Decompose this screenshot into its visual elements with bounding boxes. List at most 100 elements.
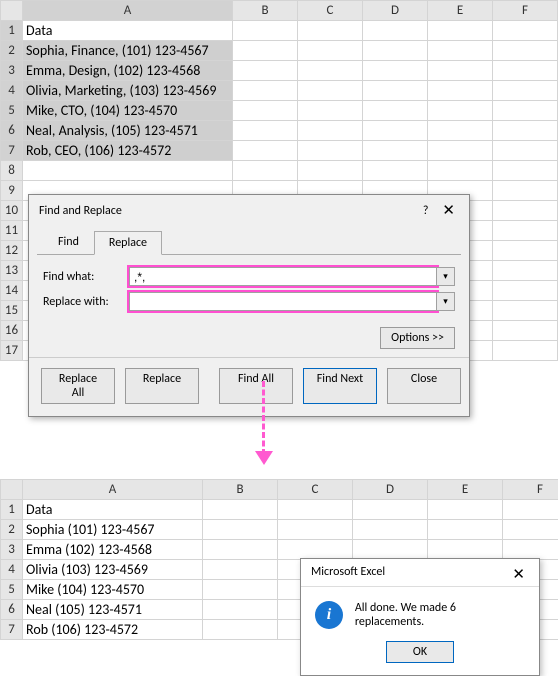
cell[interactable] [428, 121, 493, 141]
cell[interactable] [298, 121, 363, 141]
cell[interactable] [278, 520, 353, 540]
cell[interactable]: Mike, CTO, (104) 123-4570 [23, 101, 233, 121]
cell[interactable] [298, 81, 363, 101]
cell[interactable] [353, 520, 428, 540]
cell[interactable] [428, 500, 503, 520]
cell[interactable] [493, 101, 558, 121]
cell[interactable] [493, 241, 558, 261]
cell[interactable]: Neal (105) 123-4571 [23, 600, 203, 620]
cell[interactable] [493, 301, 558, 321]
cell[interactable] [503, 540, 558, 560]
cell[interactable]: Olivia, Marketing, (103) 123-4569 [23, 81, 233, 101]
cell[interactable] [363, 141, 428, 161]
cell[interactable] [493, 41, 558, 61]
cell[interactable] [363, 81, 428, 101]
col-header-e[interactable]: E [428, 480, 503, 500]
options-button[interactable]: Options >> [380, 327, 455, 349]
cell[interactable] [233, 121, 298, 141]
cell[interactable] [298, 161, 363, 181]
cell[interactable] [493, 121, 558, 141]
row-header[interactable]: 3 [1, 540, 23, 560]
replace-with-input[interactable] [129, 292, 437, 311]
row-header[interactable]: 10 [1, 201, 23, 221]
cell[interactable] [233, 81, 298, 101]
cell[interactable] [493, 221, 558, 241]
cell[interactable] [363, 61, 428, 81]
col-header-a[interactable]: A [23, 1, 233, 21]
cell[interactable] [428, 101, 493, 121]
col-header-e[interactable]: E [428, 1, 493, 21]
col-header-d[interactable]: D [363, 1, 428, 21]
cell[interactable] [298, 21, 363, 41]
cell[interactable]: Data [23, 500, 203, 520]
cell[interactable] [428, 21, 493, 41]
cell[interactable] [493, 321, 558, 341]
cell[interactable] [363, 121, 428, 141]
cell[interactable]: Emma (102) 123-4568 [23, 540, 203, 560]
cell[interactable] [493, 141, 558, 161]
row-header[interactable]: 2 [1, 41, 23, 61]
row-header[interactable]: 9 [1, 181, 23, 201]
cell[interactable]: Neal, Analysis, (105) 123-4571 [23, 121, 233, 141]
row-header[interactable]: 1 [1, 21, 23, 41]
row-header[interactable]: 6 [1, 600, 23, 620]
col-header-f[interactable]: F [503, 480, 558, 500]
help-button[interactable]: ? [415, 202, 437, 220]
cell[interactable]: Olivia (103) 123-4569 [23, 560, 203, 580]
row-header[interactable]: 5 [1, 580, 23, 600]
cell[interactable]: Mike (104) 123-4570 [23, 580, 203, 600]
cell[interactable]: Emma, Design, (102) 123-4568 [23, 61, 233, 81]
cell[interactable] [363, 41, 428, 61]
cell[interactable] [298, 101, 363, 121]
cell[interactable] [353, 500, 428, 520]
cell[interactable] [503, 520, 558, 540]
cell[interactable] [493, 61, 558, 81]
col-header-b[interactable]: B [203, 480, 278, 500]
cell[interactable]: Data [23, 21, 233, 41]
cell[interactable] [203, 500, 278, 520]
row-header[interactable]: 14 [1, 281, 23, 301]
cell[interactable] [428, 141, 493, 161]
row-header[interactable]: 13 [1, 261, 23, 281]
row-header[interactable]: 4 [1, 560, 23, 580]
cell[interactable] [203, 620, 278, 640]
cell[interactable] [493, 201, 558, 221]
row-header[interactable]: 4 [1, 81, 23, 101]
cell[interactable] [203, 580, 278, 600]
row-header[interactable]: 1 [1, 500, 23, 520]
row-header[interactable]: 15 [1, 301, 23, 321]
cell[interactable] [203, 520, 278, 540]
select-all-corner[interactable] [1, 480, 23, 500]
cell[interactable] [298, 141, 363, 161]
col-header-d[interactable]: D [353, 480, 428, 500]
cell[interactable]: Sophia, Finance, (101) 123-4567 [23, 41, 233, 61]
replace-with-dropdown[interactable]: ▾ [437, 292, 455, 311]
cell[interactable] [353, 540, 428, 560]
cell[interactable] [233, 101, 298, 121]
cell[interactable] [428, 81, 493, 101]
cell[interactable] [203, 600, 278, 620]
cell[interactable] [493, 341, 558, 361]
cell[interactable]: Rob (106) 123-4572 [23, 620, 203, 640]
row-header[interactable]: 2 [1, 520, 23, 540]
col-header-c[interactable]: C [278, 480, 353, 500]
col-header-a[interactable]: A [23, 480, 203, 500]
find-what-dropdown[interactable]: ▾ [437, 267, 455, 286]
col-header-f[interactable]: F [493, 1, 558, 21]
cell[interactable] [278, 540, 353, 560]
close-icon[interactable]: ✕ [436, 201, 461, 220]
row-header[interactable]: 5 [1, 101, 23, 121]
close-icon[interactable]: ✕ [506, 565, 531, 584]
cell[interactable] [503, 500, 558, 520]
cell[interactable] [278, 500, 353, 520]
cell[interactable] [363, 161, 428, 181]
cell[interactable] [493, 181, 558, 201]
cell[interactable] [493, 161, 558, 181]
row-header[interactable]: 7 [1, 141, 23, 161]
cell[interactable] [428, 61, 493, 81]
ok-button[interactable]: OK [386, 641, 454, 663]
row-header[interactable]: 8 [1, 161, 23, 181]
row-header[interactable]: 16 [1, 321, 23, 341]
row-header[interactable]: 3 [1, 61, 23, 81]
cell[interactable] [493, 81, 558, 101]
